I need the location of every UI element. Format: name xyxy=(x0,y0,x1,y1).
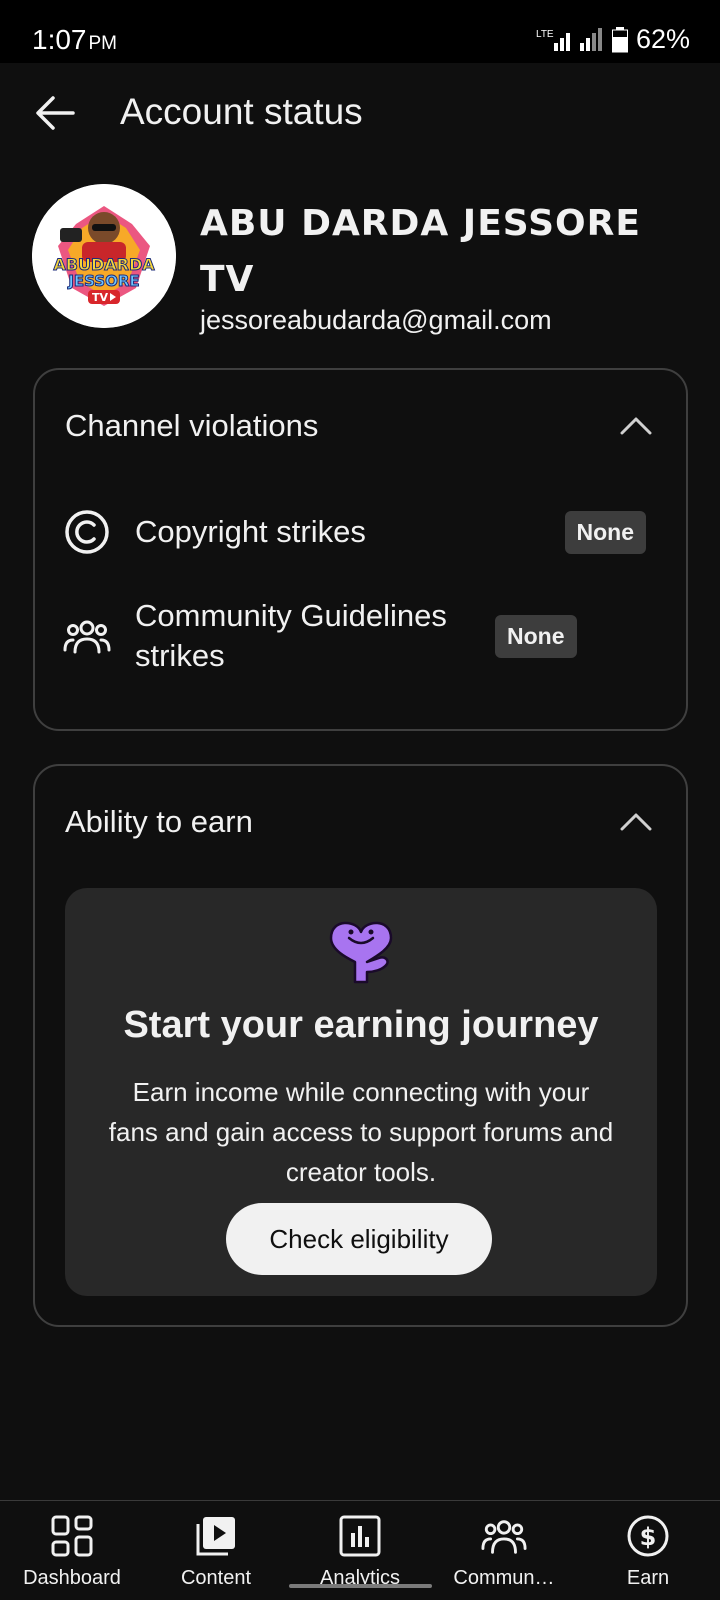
avatar-text-3: TV xyxy=(92,291,109,304)
channel-avatar: ABUDARDA JESSORE TV xyxy=(32,184,176,328)
ability-to-earn-card: Ability to earn Start your earning journ… xyxy=(33,764,688,1327)
svg-text:$: $ xyxy=(640,1523,657,1551)
nav-community-label: Commun… xyxy=(453,1567,555,1589)
nav-content[interactable]: Content xyxy=(144,1501,288,1600)
back-button[interactable] xyxy=(30,88,80,138)
community-status-badge: None xyxy=(495,614,577,658)
dashboard-icon xyxy=(49,1513,95,1559)
avatar-text-2: JESSORE xyxy=(67,272,139,290)
signal-icon: LTE xyxy=(536,27,602,51)
nav-content-label: Content xyxy=(180,1567,252,1589)
status-time: 1:07 PM xyxy=(32,24,117,56)
page-title: Account status xyxy=(120,91,363,132)
earn-collapse-button[interactable] xyxy=(616,804,656,838)
community-strikes-label: Community Guidelines strikes xyxy=(135,598,447,673)
nav-earn[interactable]: $ Earn xyxy=(576,1501,720,1600)
nav-community[interactable]: Commun… xyxy=(432,1501,576,1600)
channel-name: ABU DARDA JESSORE TV xyxy=(200,203,641,300)
copyright-strikes-row[interactable]: Copyright strikes None xyxy=(63,508,646,556)
content-icon xyxy=(193,1513,239,1559)
app-header: Account status xyxy=(0,63,720,163)
channel-email: jessoreabudarda@gmail.com xyxy=(200,305,552,335)
earn-promo-panel: Start your earning journey Earn income w… xyxy=(65,888,657,1296)
battery-percent: 62% xyxy=(635,24,690,54)
status-bar: 1:07 PM LTE 62% xyxy=(0,0,720,63)
copyright-status-badge: None xyxy=(564,510,646,554)
status-time-ampm: PM xyxy=(88,33,118,54)
network-type: LTE xyxy=(536,29,554,40)
nav-earn-label: Earn xyxy=(626,1567,670,1589)
dollar-icon: $ xyxy=(625,1513,671,1559)
status-icons: LTE 62% xyxy=(536,24,690,55)
earn-heading: Start your earning journey xyxy=(123,1004,599,1046)
nav-dashboard[interactable]: Dashboard xyxy=(0,1501,144,1600)
violations-collapse-button[interactable] xyxy=(616,408,656,442)
chevron-up-icon xyxy=(620,813,652,831)
copyright-strikes-label: Copyright strikes xyxy=(135,514,366,549)
heart-creature-icon xyxy=(329,921,393,984)
check-eligibility-button[interactable]: Check eligibility xyxy=(226,1203,492,1275)
violations-title: Channel violations xyxy=(65,408,319,443)
earn-title: Ability to earn xyxy=(65,804,253,839)
community-icon xyxy=(63,612,111,660)
analytics-icon xyxy=(337,1513,383,1559)
earn-description: Earn income while connecting with your f… xyxy=(108,1077,614,1187)
channel-violations-card: Channel violations Copyright strikes Non… xyxy=(33,368,688,731)
community-strikes-row[interactable]: Community Guidelines strikes None xyxy=(63,596,646,676)
arrow-left-icon xyxy=(36,96,75,130)
nav-selected-indicator xyxy=(289,1584,432,1588)
copyright-icon xyxy=(63,508,111,556)
battery-icon xyxy=(611,26,628,52)
community-icon xyxy=(481,1513,527,1559)
chevron-up-icon xyxy=(620,417,652,435)
avatar-image: ABUDARDA JESSORE TV xyxy=(32,184,176,328)
status-time-value: 1:07 xyxy=(32,24,87,55)
nav-dashboard-label: Dashboard xyxy=(23,1567,121,1589)
